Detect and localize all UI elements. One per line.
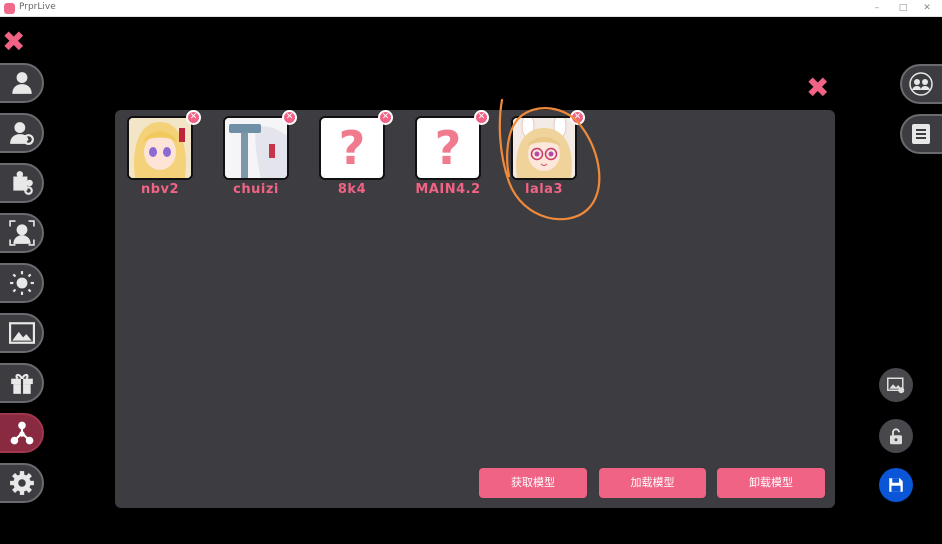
user-icon [12,72,32,94]
question-mark-icon: ? [338,121,366,175]
sidebar-item-light[interactable] [0,263,44,303]
delete-model-icon[interactable]: ✕ [474,110,489,125]
sidebar-item-face-track[interactable] [0,213,44,253]
model-card-8k4[interactable]: ? ✕ 8k4 [319,110,393,197]
save-icon [889,478,903,492]
sidebar-item-image[interactable] [0,313,44,353]
list-button[interactable] [900,114,942,154]
light-icon [10,271,34,295]
model-thumbnail[interactable] [511,116,577,180]
face-track-icon [9,220,35,246]
model-name: 8k4 [337,182,367,197]
model-card-chuizi[interactable]: ✕ chuizi [223,110,297,197]
group-button[interactable] [900,64,942,104]
close-panel-icon[interactable]: ✖ [806,74,829,102]
save-button[interactable] [879,468,913,502]
sidebar-item-settings[interactable] [0,463,44,503]
model-thumbnail[interactable]: ? [319,116,385,180]
model-name: lala3 [524,182,563,197]
question-mark-icon: ? [434,121,462,175]
model-thumbnail[interactable] [223,116,289,180]
title-bar: PrprLive – □ ✕ [0,0,942,17]
close-menu-icon[interactable]: ✖ [2,28,25,56]
model-name: MAIN4.2 [415,182,481,197]
blonde-girl-avatar-icon [129,118,191,178]
get-model-button[interactable]: 获取模型 [479,468,587,498]
image-settings-icon [887,377,905,394]
network-icon [10,421,34,445]
window-title: PrprLive [19,2,56,12]
gift-icon [11,373,33,394]
user-settings-icon [10,122,34,145]
bunny-ear-girl-glasses-avatar-icon [513,118,575,178]
lock-toggle-button[interactable] [879,419,913,453]
sidebar-item-user-settings[interactable] [0,113,44,153]
sidebar-item-gift[interactable] [0,363,44,403]
sidebar-item-network[interactable] [0,413,44,453]
puzzle-settings-icon [13,171,33,195]
image-icon [9,322,35,344]
app-icon [4,3,15,14]
group-icon [909,72,933,96]
model-card-nbv2[interactable]: ✕ nbv2 [127,110,201,197]
gear-icon [10,471,34,495]
model-card-main4-2[interactable]: ? ✕ MAIN4.2 [415,110,489,197]
model-name: chuizi [233,182,279,197]
delete-model-icon[interactable]: ✕ [282,110,297,125]
model-thumbnail[interactable]: ? [415,116,481,180]
list-icon [912,124,930,144]
unload-model-button[interactable]: 卸载模型 [717,468,825,498]
delete-model-icon[interactable]: ✕ [570,110,585,125]
sidebar-item-puzzle-settings[interactable] [0,163,44,203]
sidebar-item-user[interactable] [0,63,44,103]
model-name: nbv2 [140,182,180,197]
hammer-white-hair-avatar-icon [225,118,287,178]
close-window-button[interactable]: ✕ [912,1,942,16]
delete-model-icon[interactable]: ✕ [378,110,393,125]
load-model-button[interactable]: 加载模型 [599,468,706,498]
unlock-icon [890,428,902,445]
model-thumbnail[interactable] [127,116,193,180]
image-settings-button[interactable] [879,368,913,402]
delete-model-icon[interactable]: ✕ [186,110,201,125]
model-card-lala3[interactable]: ✕ lala3 [511,110,585,197]
model-panel: ✕ nbv2 ✕ chuizi ? ✕ 8k4 ? ✕ MAIN4.2 ✕ la… [115,110,835,508]
